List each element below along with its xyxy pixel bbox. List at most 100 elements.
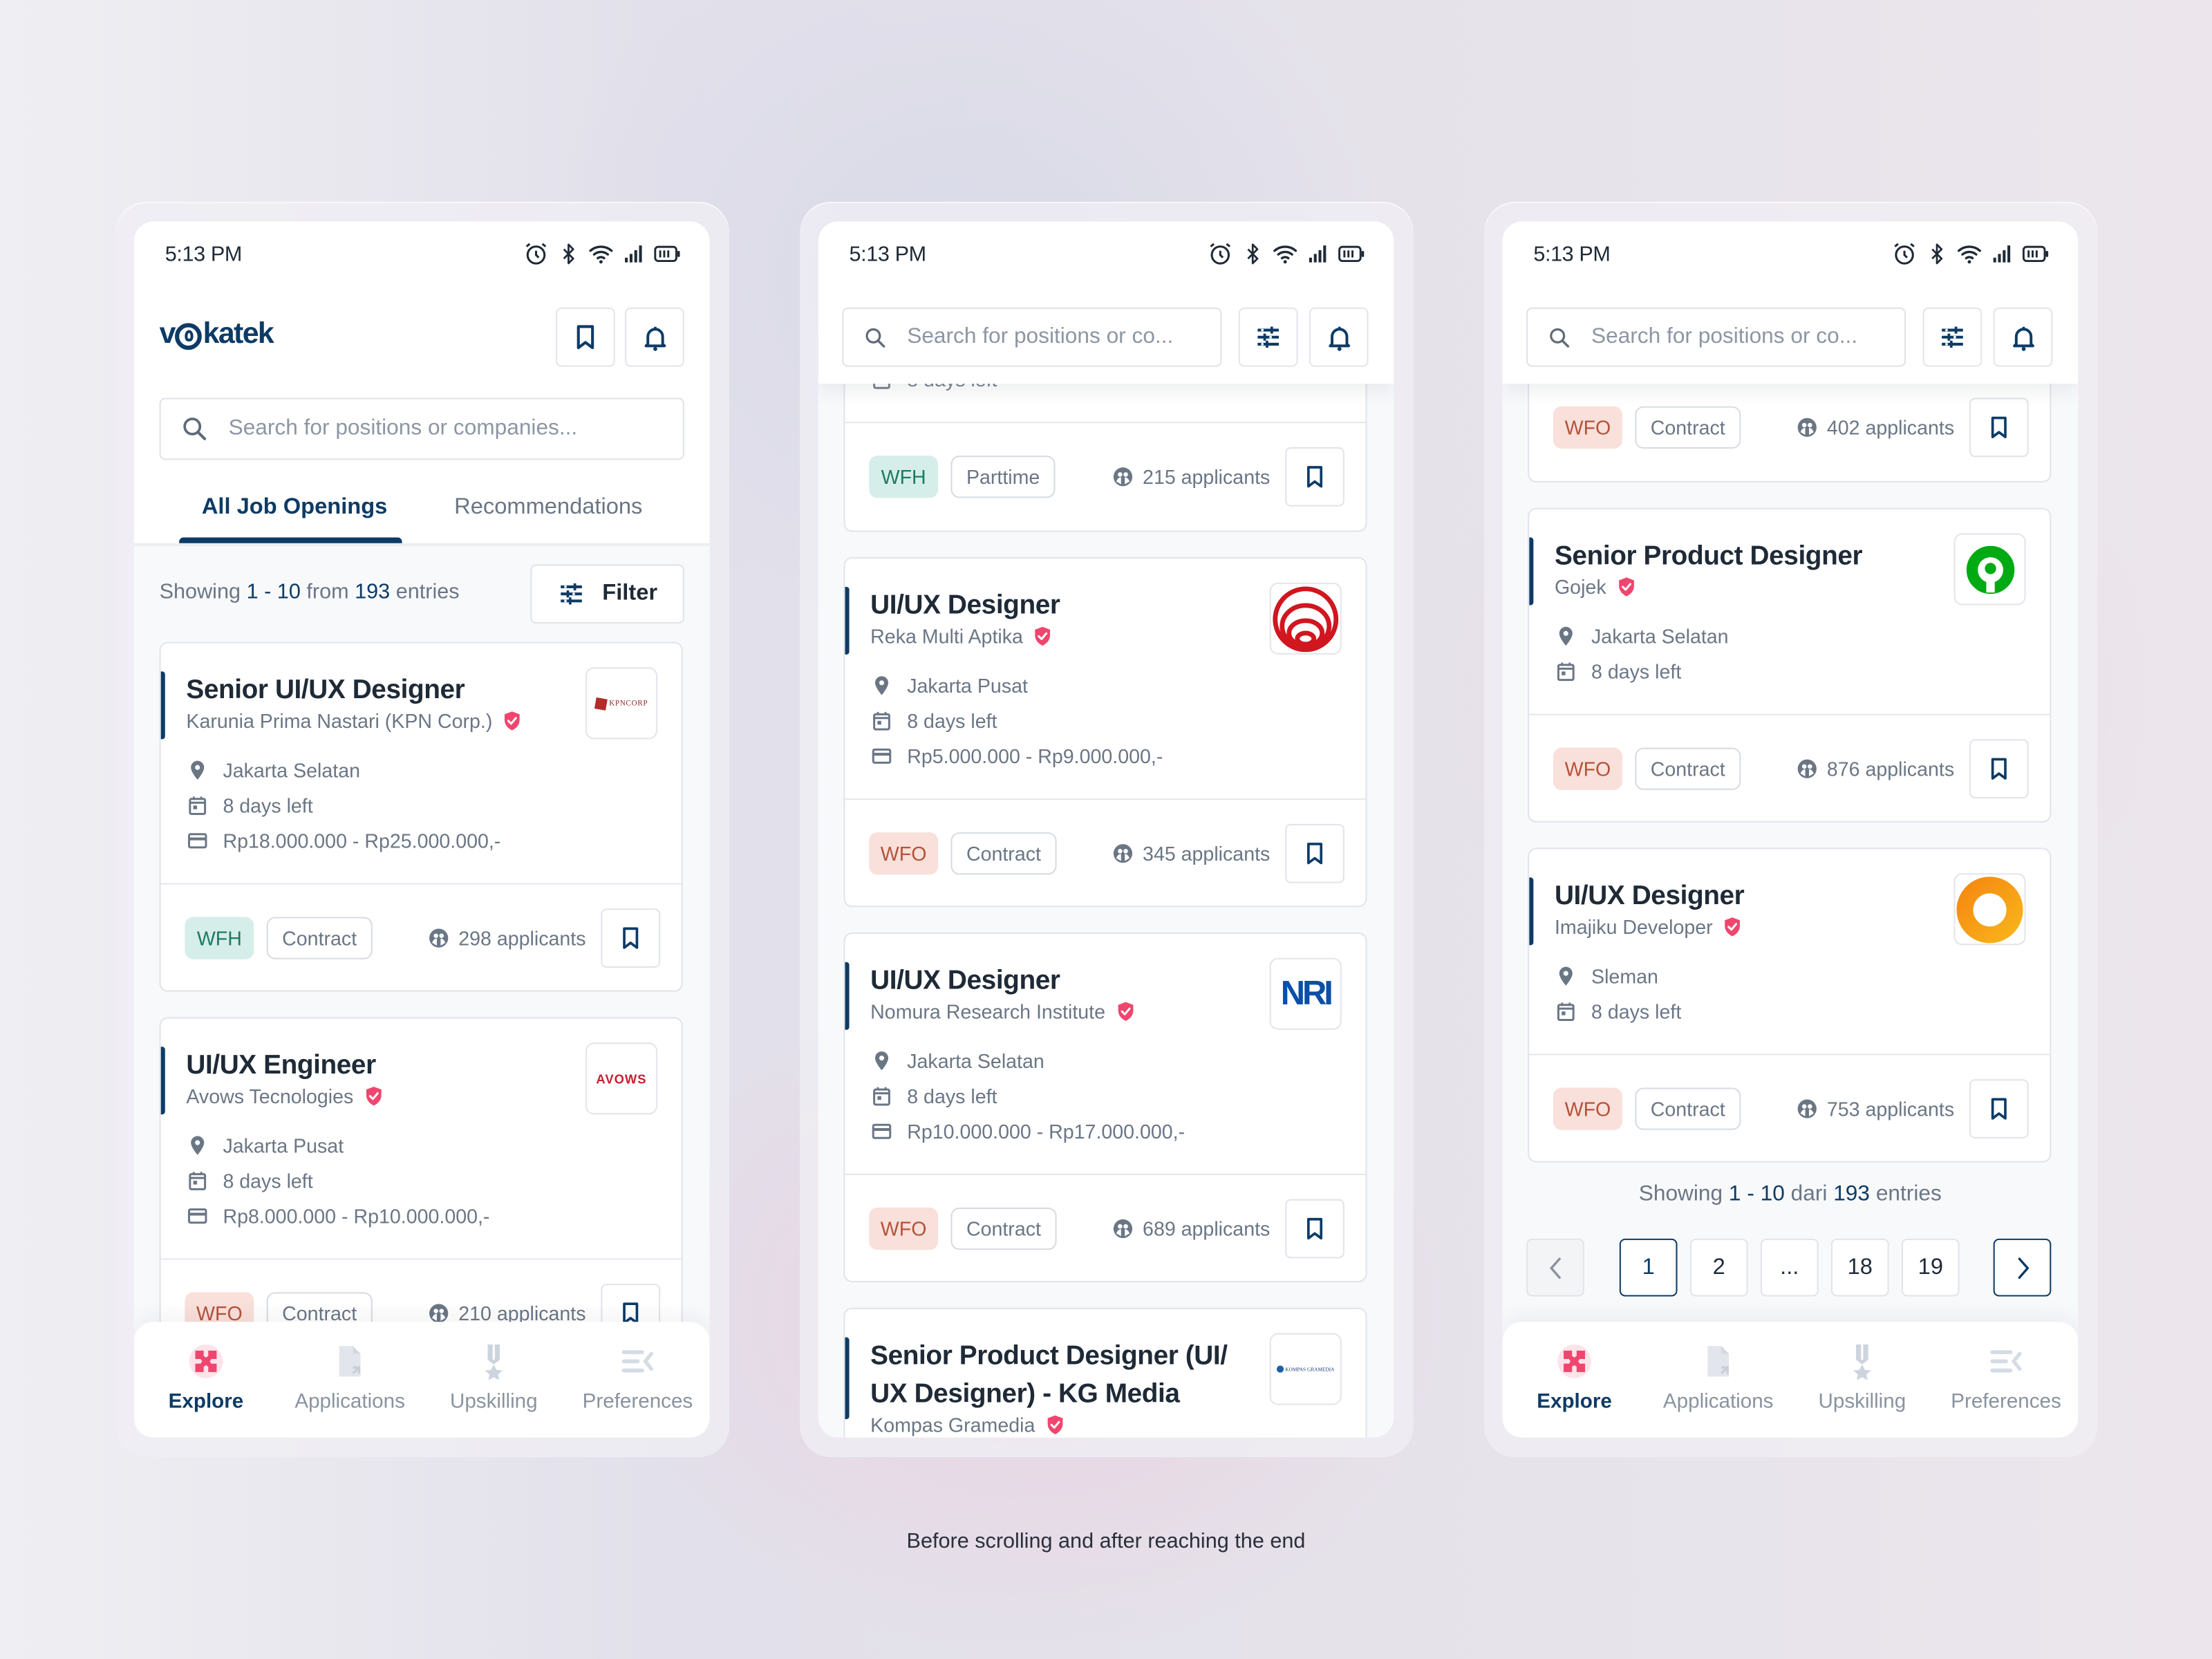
bookmark-job-button[interactable] [1285,447,1344,507]
job-type-badge: Contract [266,917,373,959]
job-location: Jakarta Pusat [186,1134,344,1157]
job-card[interactable]: UI/UX Designer Nomura Research Institute… [843,932,1367,1283]
job-location: Jakarta Selatan [870,1049,1044,1072]
job-title[interactable]: UI/UX Designer [870,587,1060,625]
medal-icon [1844,1343,1880,1380]
work-mode-badge: WFO [1553,406,1622,449]
status-bar: 5:13 PM [134,221,710,289]
location-pin-icon [1555,965,1577,988]
search-placeholder: Search for positions or co... [1591,324,1858,349]
company-logo: KPNCORP [585,667,658,740]
company-name: Avows Tecnologies [186,1085,384,1107]
job-card[interactable]: UI/UX Engineer Avows Tecnologies AVOWS J… [159,1017,683,1367]
signal-icon [1991,243,2014,265]
job-deadline: 8 days left [870,710,997,732]
nav-applications[interactable]: Applications [278,1322,422,1437]
wifi-icon [588,241,614,267]
job-card[interactable]: Senior Product Designer Gojek Jakarta Se… [1528,507,2052,823]
tab-all-job-openings[interactable]: All Job Openings [202,495,387,521]
location-pin-icon [186,759,209,782]
battery-icon [1338,241,1366,267]
location-pin-icon [1555,625,1577,648]
bottom-navigation: Explore Applications Upskilling Preferen… [1502,1322,2079,1438]
bluetooth-icon [1926,241,1949,267]
bell-icon [640,322,670,352]
nav-explore[interactable]: Explore [134,1322,278,1437]
sliders-icon [557,580,585,608]
job-deadline: 8 days left [186,1170,313,1192]
sliders-icon [1938,323,1967,351]
phone-screen: 5:13 PM Search for positions or co... WF… [818,221,1394,1438]
search-input[interactable]: Search for positions or co... [842,307,1222,367]
wallet-card-icon [186,830,209,852]
page-button[interactable]: 19 [1901,1238,1960,1297]
nav-preferences[interactable]: Preferences [565,1322,709,1437]
job-title[interactable]: Senior Product Designer [1555,538,1863,576]
job-type-badge: Contract [1635,747,1741,790]
location-pin-icon [186,1134,209,1157]
nav-upskilling[interactable]: Upskilling [422,1322,565,1437]
job-title[interactable]: UI/UX Engineer [186,1047,376,1085]
imajiku-logo-icon [1956,876,2023,943]
filter-button[interactable] [1238,307,1298,367]
verified-badge-icon [501,710,524,733]
page-button[interactable]: 18 [1830,1238,1889,1297]
page-ellipsis: ... [1760,1238,1819,1297]
company-name: Kompas Gramedia [870,1414,1066,1436]
bookmark-job-button[interactable] [601,908,661,968]
job-title[interactable]: Senior Product Designer (UI/ UX Designer… [870,1338,1251,1414]
job-card[interactable]: UI/UX Designer Imajiku Developer Sleman … [1528,847,2052,1163]
search-placeholder: Search for positions or co... [907,324,1174,349]
explore-icon [187,1343,224,1380]
people-icon [1112,465,1134,488]
bookmark-job-button[interactable] [1969,1079,2029,1138]
bookmark-job-button[interactable] [1285,823,1344,883]
job-card[interactable]: Senior UI/UX Designer Karunia Prima Nast… [159,641,683,992]
search-input[interactable]: Search for positions or companies... [159,397,684,460]
kpn-logo-mark-icon [594,696,608,710]
search-input[interactable]: Search for positions or co... [1526,307,1906,367]
nav-explore[interactable]: Explore [1502,1322,1646,1437]
page-button[interactable]: 1 [1619,1238,1678,1297]
filter-button[interactable] [1922,307,1983,367]
caption: Before scrolling and after reaching the … [906,1529,1306,1553]
prev-page-button[interactable] [1526,1238,1584,1297]
alarm-icon [1208,241,1233,267]
active-tab-indicator [179,537,402,543]
bookmark-job-button[interactable] [1969,397,2029,458]
job-title[interactable]: Senior UI/UX Designer [186,671,465,709]
notifications-button[interactable] [625,307,684,367]
sliders-icon [1254,323,1282,351]
search-icon [863,325,888,349]
notifications-button[interactable] [1309,307,1369,367]
next-page-button[interactable] [1993,1238,2052,1297]
preferences-icon [1987,1343,2024,1380]
job-title[interactable]: UI/UX Designer [870,962,1060,1000]
results-count: Showing 1 - 10 dari 193 entries [1638,1182,1942,1206]
job-type-badge: Parttime [950,456,1056,498]
vokatek-logo[interactable]: v katek [160,317,274,351]
location-pin-icon [870,675,893,697]
job-card[interactable]: Senior Product Designer (UI/ UX Designer… [843,1307,1367,1438]
nav-applications[interactable]: Applications [1647,1322,1790,1437]
bookmark-job-button[interactable] [1969,739,2029,799]
bookmark-job-button[interactable] [1285,1199,1344,1259]
people-icon [427,927,450,950]
alarm-icon [1892,241,1918,267]
battery-icon [2021,241,2050,267]
wifi-icon [1273,241,1298,267]
job-title[interactable]: UI/UX Designer [1555,877,1745,915]
nav-preferences[interactable]: Preferences [1934,1322,2078,1437]
job-card[interactable]: UI/UX Designer Reka Multi Aptika Jakarta… [843,557,1367,908]
filter-button[interactable]: Filter [530,564,684,624]
tab-recommendations[interactable]: Recommendations [454,495,642,521]
logo-mark-icon [175,322,203,350]
gojek-logo-icon [1965,545,2014,594]
bookmark-icon [1302,464,1328,489]
bell-icon [1324,322,1353,352]
saved-jobs-button[interactable] [556,307,615,367]
calendar-icon [186,1170,209,1192]
notifications-button[interactable] [1993,307,2053,367]
nav-upskilling[interactable]: Upskilling [1790,1322,1934,1437]
page-button[interactable]: 2 [1689,1238,1748,1297]
